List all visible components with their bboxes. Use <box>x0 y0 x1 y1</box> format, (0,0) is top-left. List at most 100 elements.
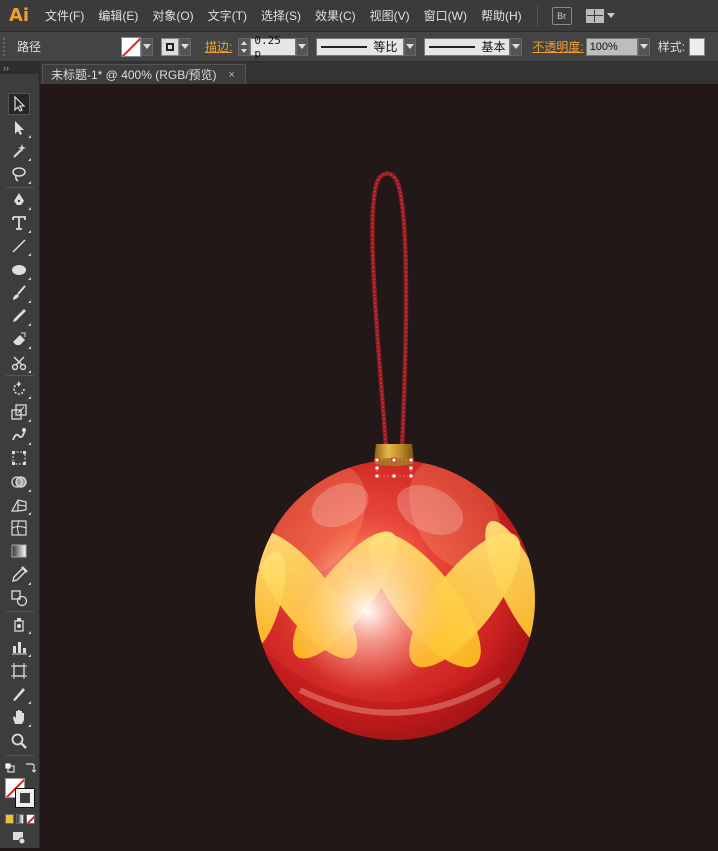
swap-colors-button[interactable] <box>24 761 37 773</box>
fill-stroke-indicator[interactable] <box>5 778 35 808</box>
slice-tool[interactable] <box>8 683 31 705</box>
ellipse-icon <box>12 265 26 275</box>
pen-icon <box>14 193 24 205</box>
menu-view[interactable]: 视图(V) <box>363 7 417 24</box>
default-colors-button[interactable] <box>4 762 15 773</box>
pen-tool[interactable] <box>8 189 31 211</box>
direct-selection-tool[interactable] <box>8 117 31 139</box>
pencil-icon <box>13 309 26 322</box>
artboard-icon <box>11 663 27 679</box>
scale-tool[interactable] <box>8 401 31 423</box>
free-transform-tool[interactable] <box>8 447 30 469</box>
slice-icon <box>13 688 25 701</box>
line-segment-tool[interactable] <box>8 235 31 257</box>
workspace-switcher-button[interactable] <box>585 8 615 23</box>
stroke-swatch[interactable] <box>161 37 179 56</box>
scissors-icon <box>11 356 27 371</box>
lasso-icon <box>12 167 26 182</box>
eyedropper-icon <box>12 566 28 582</box>
color-mode-button[interactable] <box>5 814 14 824</box>
magic-wand-icon <box>13 144 26 158</box>
brush-dropdown[interactable] <box>510 37 523 56</box>
opacity-panel-link[interactable]: 不透明度: <box>532 38 583 55</box>
profile-dropdown[interactable] <box>404 37 417 56</box>
stroke-weight-dropdown[interactable] <box>296 37 309 56</box>
stroke-indicator[interactable] <box>15 788 35 808</box>
column-graph-icon <box>12 642 27 655</box>
column-graph-tool[interactable] <box>8 636 31 658</box>
fill-swatch[interactable] <box>121 36 141 57</box>
stroke-weight-stepper[interactable] <box>238 37 251 56</box>
stroke-panel-link[interactable]: 描边: <box>205 38 232 55</box>
tools-panel-header[interactable]: ›› <box>0 62 40 74</box>
gradient-tool[interactable] <box>8 540 30 562</box>
chevron-down-icon <box>512 44 521 49</box>
mesh-icon <box>11 520 27 536</box>
blend-tool[interactable] <box>8 587 30 609</box>
bridge-button[interactable]: Br <box>551 6 572 25</box>
zoom-tool[interactable] <box>8 730 30 752</box>
arrow-down-icon <box>241 48 248 53</box>
chevron-down-icon <box>639 44 648 49</box>
type-tool[interactable] <box>8 212 31 234</box>
graphic-style-swatch[interactable] <box>689 37 706 56</box>
selection-arrow-icon <box>14 95 26 112</box>
symbol-sprayer-tool[interactable] <box>8 613 31 635</box>
document-canvas[interactable] <box>40 84 718 848</box>
variable-width-profile-select[interactable]: 等比 <box>316 37 405 56</box>
perspective-grid-tool[interactable] <box>8 494 31 516</box>
menu-type[interactable]: 文字(T) <box>201 7 254 24</box>
screen-mode-button[interactable] <box>8 828 30 846</box>
warp-icon <box>12 428 26 441</box>
panel-grip[interactable] <box>3 37 11 56</box>
mesh-tool[interactable] <box>8 517 30 539</box>
hand-icon <box>13 710 24 724</box>
menu-window[interactable]: 窗口(W) <box>417 7 474 24</box>
stroke-square-icon <box>166 42 174 51</box>
brush-definition-select[interactable]: 基本 <box>424 37 511 56</box>
close-icon[interactable]: × <box>229 69 235 81</box>
menu-edit[interactable]: 编辑(E) <box>91 7 145 24</box>
selection-tool[interactable] <box>8 93 30 115</box>
app-logo: Ai <box>8 5 30 26</box>
style-label: 样式: <box>657 40 686 54</box>
magic-wand-tool[interactable] <box>8 140 31 162</box>
stroke-color-dropdown[interactable] <box>179 37 191 56</box>
stroke-weight-input[interactable]: 0.25 p <box>250 34 297 60</box>
opacity-input[interactable]: 100% <box>585 37 638 56</box>
fill-dropdown[interactable] <box>141 37 153 56</box>
eraser-tool[interactable] <box>8 328 31 350</box>
lasso-tool[interactable] <box>8 163 31 185</box>
scissors-tool[interactable] <box>8 352 31 374</box>
shape-builder-tool[interactable] <box>8 471 31 493</box>
control-bar: 路径 描边: 0.25 p 等比 基本 不透明度: 100% 样式: <box>0 32 718 62</box>
none-mode-button[interactable] <box>26 814 36 824</box>
menu-select[interactable]: 选择(S) <box>254 7 308 24</box>
object-type-label: 路径 <box>17 40 42 54</box>
document-tab[interactable]: 未标题-1* @ 400% (RGB/预览) × <box>42 64 246 84</box>
pencil-tool[interactable] <box>8 305 31 327</box>
paintbrush-icon <box>13 285 26 300</box>
tools-panel <box>0 74 40 848</box>
ornament-string <box>370 171 409 449</box>
menu-help[interactable]: 帮助(H) <box>474 7 529 24</box>
rotate-icon <box>13 381 25 395</box>
document-tab-title: 未标题-1* @ 400% (RGB/预览) <box>51 68 217 82</box>
menu-separator <box>536 5 538 26</box>
ellipse-tool[interactable] <box>8 259 31 281</box>
opacity-dropdown[interactable] <box>637 37 650 56</box>
ornament-ball <box>255 460 535 740</box>
eyedropper-tool[interactable] <box>8 564 31 586</box>
default-colors-icon <box>4 762 15 773</box>
menu-effect[interactable]: 效果(C) <box>308 7 363 24</box>
artboard-tool[interactable] <box>8 660 30 682</box>
paintbrush-tool[interactable] <box>8 282 31 304</box>
menu-object[interactable]: 对象(O) <box>145 7 200 24</box>
menu-file[interactable]: 文件(F) <box>38 7 91 24</box>
magnifier-icon <box>11 733 27 749</box>
direct-selection-icon <box>15 121 24 135</box>
rotate-tool[interactable] <box>8 378 31 400</box>
warp-tool[interactable] <box>8 424 31 446</box>
hand-tool[interactable] <box>8 706 31 728</box>
gradient-mode-button[interactable] <box>15 814 25 824</box>
